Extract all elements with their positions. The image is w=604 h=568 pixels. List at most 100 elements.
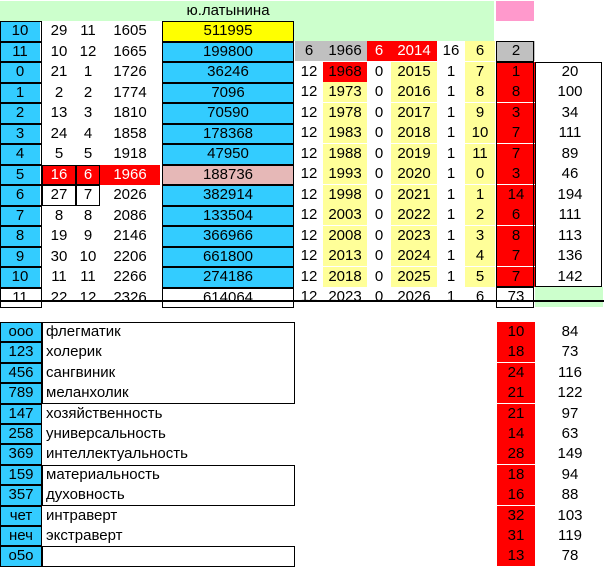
row-year: 1774 — [113, 83, 147, 101]
trait-total: 103 — [557, 506, 583, 524]
trait-value: 31 — [497, 526, 535, 546]
cycle-age: 12 — [300, 62, 318, 80]
trait-code-border — [0, 505, 42, 526]
cycle-green-fill — [535, 287, 603, 307]
month-cell-border — [76, 185, 100, 206]
trait-value: 18 — [497, 464, 535, 485]
trait-group-spirit — [42, 464, 295, 506]
value-cell-border — [162, 246, 294, 267]
cycle-offset: 0 — [374, 288, 384, 305]
row-day: 2 — [54, 83, 64, 101]
cycle-age: 12 — [300, 144, 318, 162]
cycle-step: 1 — [446, 206, 456, 223]
row-month: 3 — [83, 104, 93, 121]
index-cell-border — [0, 164, 42, 185]
cycle-digit: 3 — [465, 225, 495, 246]
cycle-start-year: 1983 — [323, 123, 367, 143]
value-cell-border — [162, 41, 294, 62]
row-year: 1665 — [113, 42, 147, 60]
trait-total: 122 — [557, 384, 583, 402]
row-day: 24 — [50, 124, 68, 142]
row-month: 11 — [80, 268, 96, 285]
cycle-offset: 0 — [374, 185, 384, 203]
trait-code-border — [0, 546, 42, 567]
index-cell-border — [0, 82, 42, 103]
index-cell-border — [0, 246, 42, 267]
cycle-offset: 6 — [367, 41, 391, 61]
index-cell-border — [0, 41, 42, 62]
cycle-step: 1 — [446, 185, 456, 203]
trait-label: универсальность — [46, 425, 166, 442]
trait-label: хозяйственность — [46, 404, 163, 422]
cycle-start-year: 1966 — [323, 41, 367, 61]
cycle-age: 12 — [300, 226, 318, 244]
cycle-age: 12 — [300, 165, 318, 182]
row-month: 1 — [83, 63, 93, 80]
value-cell-border — [162, 21, 294, 42]
cycle-step: 1 — [446, 288, 456, 305]
row-month: 4 — [83, 124, 93, 142]
value-cell-border — [162, 62, 294, 83]
cycle-age: 12 — [300, 185, 318, 203]
cycle-step: 1 — [446, 247, 456, 264]
row-year: 1810 — [113, 104, 147, 121]
row-day: 22 — [50, 288, 68, 306]
cycle-step: 1 — [446, 124, 456, 141]
cycle-year: 2019 — [391, 143, 437, 164]
cycle-step: 1 — [446, 267, 456, 285]
header-fill-left — [0, 1, 162, 21]
index-cell-border — [0, 144, 42, 165]
cycle-digit: 8 — [465, 82, 495, 102]
trait-total: 73 — [561, 343, 579, 361]
trait-code-border — [0, 362, 42, 384]
row-day: 19 — [50, 227, 68, 244]
cycle-start-year: 2013 — [323, 246, 367, 266]
cycle-start-year: 1988 — [323, 143, 367, 164]
header-fill-right — [294, 1, 494, 21]
cycle-offset: 0 — [374, 83, 384, 100]
cycle-start-year: 1998 — [323, 184, 367, 205]
cycle-start-year: 2008 — [323, 225, 367, 246]
cycle-total-border — [496, 287, 534, 308]
index-cell-border — [0, 205, 42, 226]
cycle-start-year: 1978 — [323, 102, 367, 123]
cycle-offset: 0 — [374, 247, 384, 264]
row-month: 10 — [79, 247, 97, 265]
cycle-year: 2021 — [391, 184, 437, 205]
trait-total: 97 — [561, 404, 579, 422]
cycle-age: 6 — [295, 41, 323, 61]
row-year: 1726 — [113, 63, 147, 80]
index-cell-border — [0, 226, 42, 247]
cycle-digit: 0 — [465, 164, 495, 184]
value-cell-border — [162, 164, 294, 185]
section-divider — [0, 300, 604, 302]
cycle-digit: 5 — [465, 266, 495, 287]
index-cell-border — [0, 267, 42, 288]
cycle-digit: 6 — [465, 41, 495, 61]
row-day: 10 — [50, 42, 68, 60]
value-cell-border — [162, 103, 294, 124]
trait-code-border — [0, 485, 42, 506]
value-cell-border — [162, 287, 294, 308]
cycle-step: 1 — [446, 83, 456, 100]
header-pink-marker — [496, 1, 534, 21]
row-year: 1858 — [113, 124, 147, 142]
cycle-digit: 9 — [465, 102, 495, 123]
cycle-year: 2023 — [391, 225, 437, 246]
cycle-start-year: 1993 — [323, 164, 367, 184]
cycle-digit: 6 — [475, 288, 485, 305]
row-year: 2086 — [113, 206, 147, 224]
cycle-year: 2014 — [391, 41, 437, 61]
cycle-start-year: 2023 — [328, 288, 362, 305]
trait-code-border — [0, 424, 42, 445]
cycle-year: 2020 — [391, 164, 437, 184]
trait-value: 21 — [497, 383, 535, 404]
trait-value: 13 — [497, 546, 535, 567]
cycle-age: 12 — [300, 247, 318, 264]
trait-group-last — [42, 546, 295, 567]
header-name: ю.латынина — [162, 1, 294, 21]
cycle-step: 1 — [446, 165, 456, 182]
row-year: 1605 — [113, 22, 147, 39]
cycle-offset: 0 — [374, 206, 384, 223]
cycle-total-column-border — [535, 61, 602, 287]
